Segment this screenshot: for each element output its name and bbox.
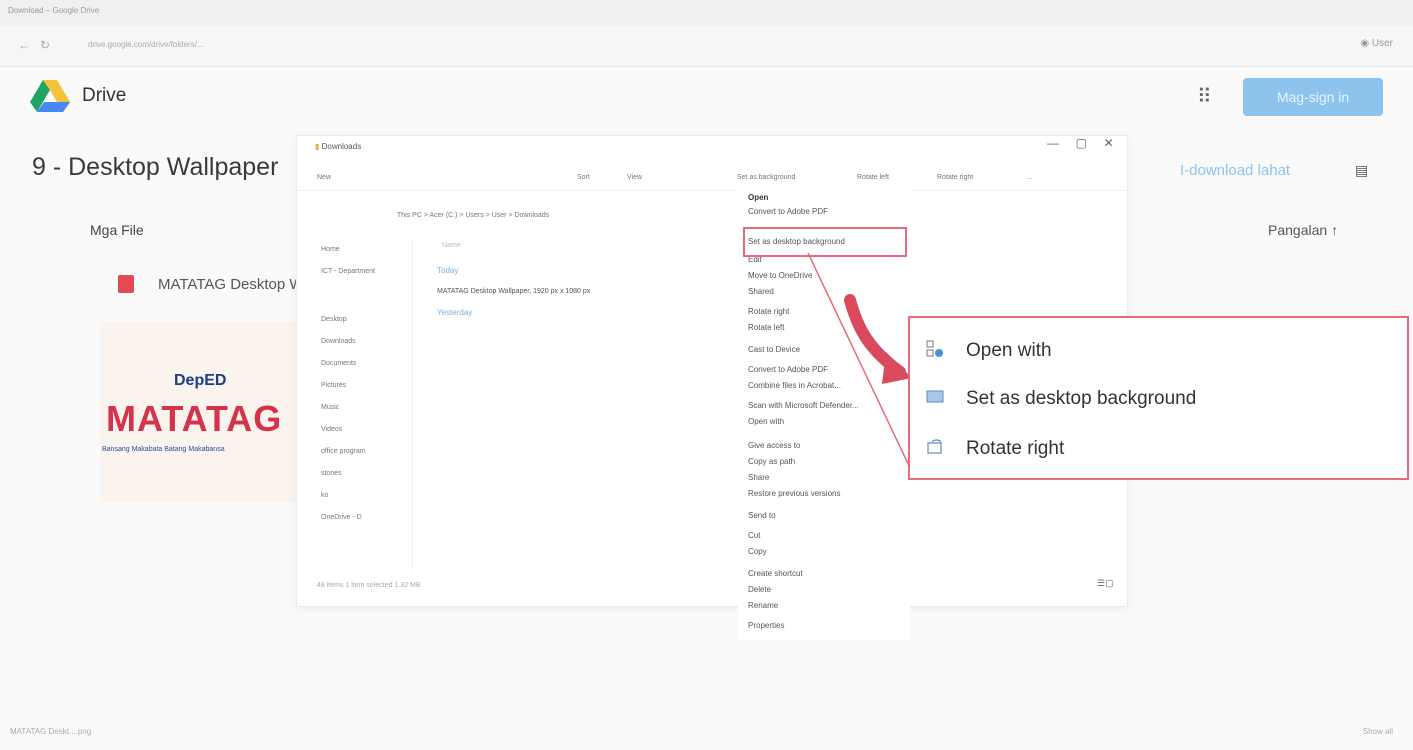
zoom-item-open-with: Open with xyxy=(966,340,1052,361)
zoom-item-set-desktop-background: Set as desktop background xyxy=(966,388,1197,409)
show-all-downloads[interactable]: Show all xyxy=(1363,727,1393,736)
open-with-icon xyxy=(926,340,943,357)
download-bar-item[interactable]: MATATAG Deskt....png xyxy=(10,727,91,736)
zoom-callout: Open with Set as desktop background Rota… xyxy=(908,316,1409,480)
zoom-item-rotate-right: Rotate right xyxy=(966,438,1065,459)
desktop-background-icon xyxy=(926,390,944,403)
rotate-right-icon xyxy=(927,439,942,454)
